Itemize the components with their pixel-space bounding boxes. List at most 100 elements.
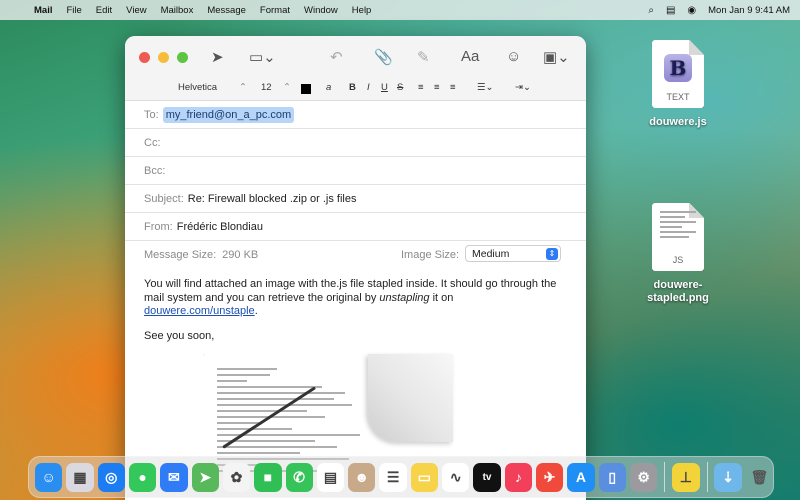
desktop-file-douwere-stapled-png[interactable]: JS douwere- stapled.png [628,203,728,305]
launchpad-icon[interactable]: ▦ [66,462,94,492]
underline-button[interactable]: U [381,82,388,93]
menu-edit[interactable]: Edit [96,5,112,16]
font-stepper-icon[interactable]: ⌃ [239,82,247,93]
finder-icon[interactable]: ☺ [35,462,63,492]
size-stepper-icon[interactable]: ⌃ [283,82,291,93]
menu-view[interactable]: View [126,5,146,16]
body-text: You will find attached an image with the… [144,278,557,304]
align-left-icon[interactable]: ≡ [418,82,424,93]
menu-bar: Mail File Edit View Mailbox Message Form… [0,0,800,20]
format-button[interactable]: Aa [461,48,479,65]
menu-message[interactable]: Message [207,5,246,16]
from-label: From: [144,220,173,233]
message-size-label: Message Size: [144,248,217,261]
image-size-label: Image Size: [401,248,460,261]
markup-icon[interactable]: ✎ [417,48,430,66]
emoji-icon[interactable]: ☺ [506,48,521,65]
menu-help[interactable]: Help [352,5,372,16]
window-toolbar: ➤ ▭⌄ ↶ 📎 ✎ Aa ☺ ▣⌄ [125,36,586,78]
desktop-file-label: douwere.js [649,116,707,128]
rocket-icon[interactable]: ✈ [536,462,564,492]
indent-icon[interactable]: ⇥⌄ [515,82,531,93]
font-select[interactable]: Helvetica [178,82,217,93]
close-window-button[interactable] [139,51,150,63]
text-color-swatch[interactable] [301,84,311,97]
music-icon[interactable]: ♪ [504,462,532,492]
siri-icon[interactable]: ◉ [687,5,696,16]
unstaple-link[interactable]: douwere.com/unstaple [144,305,255,317]
menu-format[interactable]: Format [260,5,290,16]
downloads-folder-icon[interactable]: ⇣ [714,462,742,492]
reply-icon[interactable]: ↶ [330,48,343,66]
menu-app-name[interactable]: Mail [34,5,52,16]
minimize-window-button[interactable] [158,51,169,63]
italic-button[interactable]: I [367,82,370,93]
align-center-icon[interactable]: ≡ [434,82,440,93]
facetime-icon[interactable]: ■ [254,462,282,492]
message-size-value: 290 KB [222,248,259,261]
safari-icon[interactable]: ◎ [97,462,125,492]
dock-separator [706,462,708,492]
mail-icon[interactable]: ✉ [160,462,188,492]
font-size-select[interactable]: 12 [261,82,272,93]
header-fields-icon[interactable]: ▭⌄ [249,48,276,66]
to-row: To: my_friend@on_a_pc.com [125,101,586,129]
stapler-icon[interactable]: ⊥ [672,462,700,492]
highlight-color-icon[interactable]: a [326,82,331,93]
desktop-file-label: douwere- stapled.png [647,279,709,304]
menu-window[interactable]: Window [304,5,338,16]
freeform-icon[interactable]: ∿ [442,462,470,492]
align-right-icon[interactable]: ≡ [450,82,456,93]
trash-icon[interactable]: 🗑 [746,463,773,492]
body-emphasis: unstapling [379,291,430,304]
dock-separator [664,462,666,492]
spotlight-search-icon[interactable]: ⌕ [648,5,654,16]
file-type-label: JS [672,255,684,265]
desktop-file-douwere-js[interactable]: B TEXT douwere.js [628,40,728,128]
zoom-window-button[interactable] [177,51,188,63]
phone-icon[interactable]: ✆ [285,462,313,492]
cc-label: Cc: [144,136,161,149]
message-body[interactable]: You will find attached an image with the… [125,268,586,364]
image-document-icon: JS [652,203,704,271]
file-type-label: TEXT [666,92,690,102]
image-size-select[interactable]: Medium ⇕ [465,245,561,262]
from-field[interactable]: Frédéric Blondiau [177,221,263,233]
bcc-row[interactable]: Bcc: [125,157,586,185]
send-icon[interactable]: ➤ [211,48,224,66]
attach-icon[interactable]: 📎 [374,48,393,66]
photos-icon[interactable]: ✿ [222,462,251,492]
subject-field[interactable]: Re: Firewall blocked .zip or .js files [188,193,357,205]
body-period: . [254,305,258,317]
select-arrows-icon: ⇕ [546,248,558,260]
messages-icon[interactable]: ● [128,462,157,492]
bold-button[interactable]: B [349,82,356,93]
reminders-icon[interactable]: ☰ [379,462,407,492]
menu-file[interactable]: File [66,5,81,16]
recipient-token[interactable]: my_friend@on_a_pc.com [162,106,295,123]
contacts-icon[interactable]: ☻ [348,462,376,492]
message-size-row: Message Size: 290 KB Image Size: Medium … [125,241,586,268]
maps-icon[interactable]: ➤ [191,462,219,492]
preview-icon[interactable]: ▯ [598,462,626,492]
app-store-icon[interactable]: A [567,462,595,492]
photo-browser-icon[interactable]: ▣⌄ [543,48,570,66]
strikethrough-button[interactable]: S [397,82,403,93]
page-curl [368,354,453,442]
tv-icon[interactable]: tv [473,462,501,492]
from-row: From: Frédéric Blondiau [125,213,586,241]
calendar-icon[interactable]: ▤ [316,462,345,492]
bcc-label: Bcc: [144,164,166,177]
system-settings-icon[interactable]: ⚙ [629,462,658,492]
dock: ☺ ▦ ◎ ● ✉ ➤ ✿ ■ ✆ ▤ ☻ ☰ ▭ ∿ tv ♪ ✈ A ▯ ⚙ ⊥ ⇣ 🗑 [28,456,774,498]
format-bar: Helvetica ⌃ 12 ⌃ a B I U S ≡ ≡ ≡ ☰⌄ ⇥⌄ [125,78,586,101]
body-text-end: it on [429,291,454,304]
menu-clock[interactable]: Mon Jan 9 9:41 AM [708,5,790,16]
menu-mailbox[interactable]: Mailbox [161,5,194,16]
notes-icon[interactable]: ▭ [410,462,439,492]
subject-label: Subject: [144,192,184,205]
subject-row[interactable]: Subject: Re: Firewall blocked .zip or .j… [125,185,586,213]
cc-row[interactable]: Cc: [125,129,586,157]
control-center-icon[interactable]: ▤ [666,5,675,16]
list-icon[interactable]: ☰⌄ [477,82,493,93]
